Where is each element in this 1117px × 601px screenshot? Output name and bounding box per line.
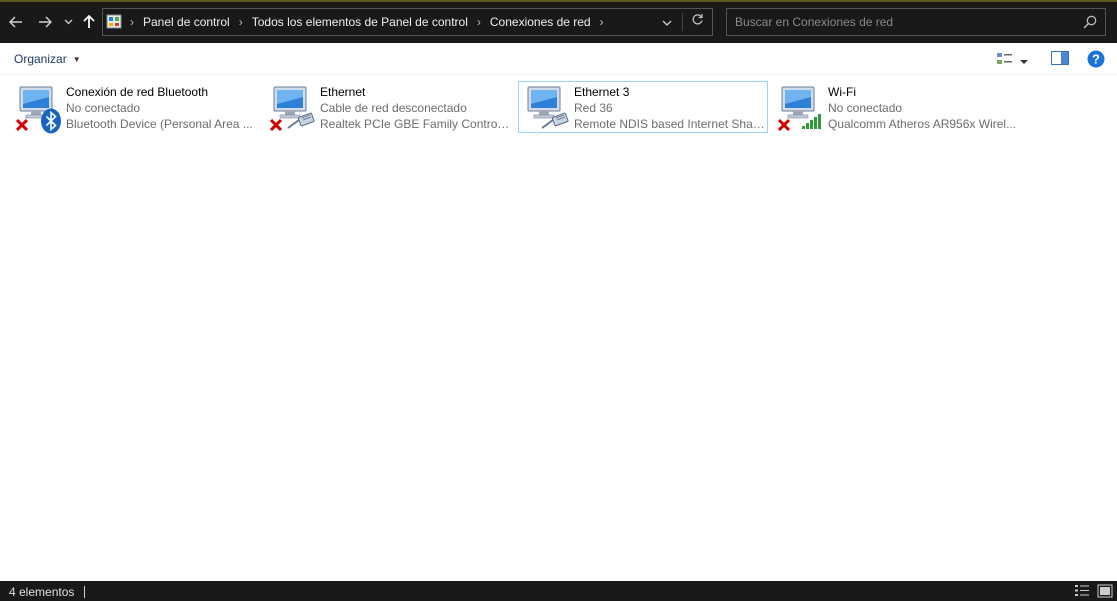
address-history-button[interactable] <box>662 15 672 29</box>
disconnected-x-icon <box>15 118 29 132</box>
status-bar: 4 elementos <box>0 581 1117 601</box>
organize-button[interactable]: Organizar ▼ <box>14 52 81 66</box>
breadcrumb-control-panel[interactable]: Panel de control <box>143 15 230 29</box>
chevron-down-icon <box>662 20 672 26</box>
status-divider <box>84 586 85 598</box>
ethernet-cable-icon <box>287 112 315 129</box>
connection-device: Bluetooth Device (Personal Area ... <box>66 117 253 131</box>
connection-item-ethernet-3[interactable]: Ethernet 3 Red 36 Remote NDIS based Inte… <box>518 81 768 133</box>
breadcrumb-separator[interactable]: › <box>600 15 604 29</box>
details-view-button[interactable] <box>1074 584 1090 601</box>
breadcrumb-separator[interactable]: › <box>239 15 243 29</box>
ethernet-cable-icon <box>541 112 569 129</box>
breadcrumb-separator[interactable]: › <box>477 15 481 29</box>
search-input[interactable] <box>735 9 1075 35</box>
disconnected-x-icon <box>269 118 283 132</box>
preview-pane-icon <box>1051 51 1069 65</box>
connection-status: Red 36 <box>574 101 613 115</box>
recent-locations-button[interactable] <box>61 11 75 33</box>
control-panel-icon <box>106 14 122 29</box>
connection-status: No conectado <box>66 101 141 115</box>
details-view-icon <box>1075 585 1089 596</box>
organize-label: Organizar <box>14 52 67 66</box>
view-options-icon <box>997 53 1012 64</box>
caret-down-icon <box>1020 60 1028 64</box>
connection-item-bluetooth[interactable]: Conexión de red Bluetooth No conectado B… <box>10 81 260 134</box>
up-button[interactable] <box>80 11 98 33</box>
connection-status: Cable de red desconectado <box>320 101 467 115</box>
view-dropdown-button[interactable] <box>1019 54 1029 68</box>
help-icon: ? <box>1087 50 1105 68</box>
connection-name: Conexión de red Bluetooth <box>66 85 209 99</box>
connection-name: Wi-Fi <box>828 85 856 99</box>
navigation-bar: › Panel de control › Todos los elementos… <box>0 2 1117 43</box>
address-divider <box>682 13 683 31</box>
connection-status: No conectado <box>828 101 903 115</box>
search-icon[interactable] <box>1083 15 1097 29</box>
back-button[interactable] <box>6 11 26 33</box>
arrow-left-icon <box>9 16 22 28</box>
refresh-icon <box>692 14 703 25</box>
connection-name: Ethernet 3 <box>574 85 630 99</box>
connection-device: Qualcomm Atheros AR956x Wirel... <box>828 117 1017 131</box>
forward-button[interactable] <box>35 11 55 33</box>
breadcrumb-network-connections[interactable]: Conexiones de red <box>490 15 591 29</box>
search-box[interactable] <box>726 8 1106 36</box>
connection-device: Realtek PCIe GBE Family Controller <box>320 117 512 131</box>
help-button[interactable]: ? <box>1087 50 1105 71</box>
breadcrumb-all-items[interactable]: Todos los elementos de Panel de control <box>252 15 468 29</box>
command-bar: Organizar ▼ ? <box>0 43 1117 75</box>
connection-item-ethernet[interactable]: Ethernet Cable de red desconectado Realt… <box>264 81 514 133</box>
svg-text:?: ? <box>1092 52 1100 67</box>
address-bar[interactable]: › Panel de control › Todos los elementos… <box>102 8 713 36</box>
arrow-right-icon <box>39 16 52 28</box>
item-count: 4 elementos <box>9 585 75 599</box>
caret-down-icon: ▼ <box>72 54 81 64</box>
preview-pane-button[interactable] <box>1051 51 1069 68</box>
refresh-button[interactable] <box>691 13 704 29</box>
breadcrumb-separator: › <box>130 15 134 29</box>
chevron-down-icon <box>64 19 72 25</box>
connection-name: Ethernet <box>320 85 366 99</box>
bluetooth-icon <box>41 108 61 134</box>
large-icons-view-button[interactable] <box>1097 584 1113 601</box>
connection-item-wifi[interactable]: Wi-Fi No conectado Qualcomm Atheros AR95… <box>772 81 1022 133</box>
wifi-signal-bars-icon <box>802 114 821 129</box>
large-icons-view-icon <box>1097 584 1113 598</box>
arrow-up-icon <box>83 15 95 28</box>
connection-device: Remote NDIS based Internet Shari... <box>574 117 766 131</box>
disconnected-x-icon <box>777 118 791 132</box>
change-view-button[interactable] <box>996 51 1014 70</box>
